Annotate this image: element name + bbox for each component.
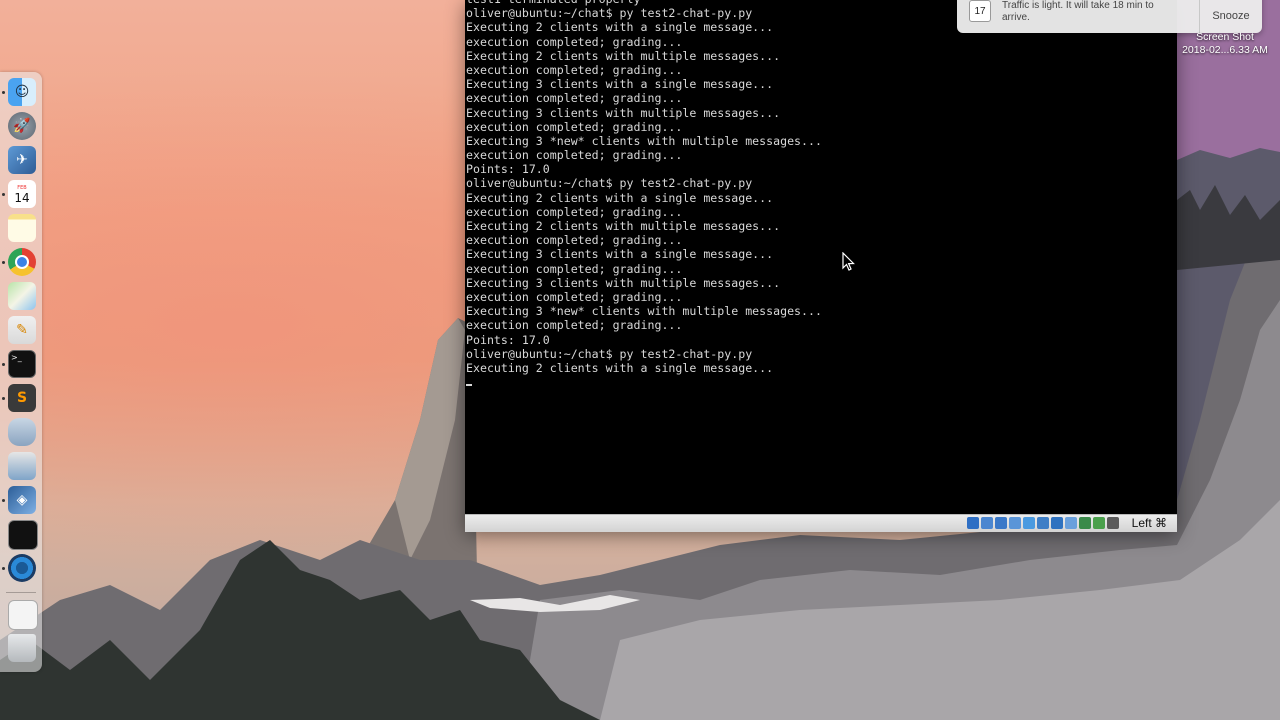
- terminal-line: Executing 2 clients with multiple messag…: [466, 48, 781, 63]
- calendar-icon[interactable]: FEB 14: [8, 180, 36, 208]
- hard-disk-icon[interactable]: [967, 517, 979, 529]
- running-indicator: [2, 363, 5, 366]
- preview-icon[interactable]: ✈: [8, 146, 36, 174]
- image-capture-icon[interactable]: [8, 452, 36, 480]
- shared-folder-icon[interactable]: [1037, 517, 1049, 529]
- mouse-integration-icon[interactable]: [1107, 517, 1119, 529]
- vm-status-bar: Left ⌘: [465, 514, 1177, 532]
- snooze-button[interactable]: Snooze: [1200, 6, 1262, 26]
- maps-icon[interactable]: [8, 282, 36, 310]
- terminal-line: execution completed; grading...: [466, 34, 683, 49]
- finder-icon[interactable]: ☺: [8, 78, 36, 106]
- virtual-machine-window[interactable]: test1 terminated properlyoliver@ubuntu:~…: [465, 0, 1178, 532]
- video-capture-icon[interactable]: [1065, 517, 1077, 529]
- calendar-notification[interactable]: 17 Traffic is light. It will take 18 min…: [957, 0, 1262, 33]
- notification-calendar-day: 17: [974, 6, 986, 17]
- audio-icon[interactable]: [995, 517, 1007, 529]
- textedit-icon[interactable]: ✎: [8, 316, 36, 344]
- running-indicator: [2, 397, 5, 400]
- terminal-line: Executing 3 clients with multiple messag…: [466, 275, 781, 290]
- dock-separator: [6, 592, 36, 593]
- terminal-line: execution completed; grading...: [466, 148, 683, 163]
- running-indicator: [2, 261, 5, 264]
- trash-icon[interactable]: [8, 634, 36, 662]
- calendar-icon: 17: [969, 0, 991, 22]
- running-indicator: [2, 567, 5, 570]
- terminal-line: Executing 2 clients with a single messag…: [466, 360, 774, 375]
- terminal-line: execution completed; grading...: [466, 318, 683, 333]
- terminal-line: Executing 3 *new* clients with multiple …: [466, 133, 822, 148]
- sublime-text-icon[interactable]: S: [8, 384, 36, 412]
- document-icon[interactable]: [8, 600, 38, 630]
- terminal-line: execution completed; grading...: [466, 289, 683, 304]
- terminal-cursor-line: [466, 375, 1178, 389]
- display-icon[interactable]: [1051, 517, 1063, 529]
- terminal-line: Executing 3 clients with multiple messag…: [466, 105, 781, 120]
- virtualbox-icon[interactable]: ◈: [8, 486, 36, 514]
- terminal-line: execution completed; grading...: [466, 261, 683, 276]
- terminal-line: execution completed; grading...: [466, 233, 683, 248]
- usb-icon[interactable]: [1023, 517, 1035, 529]
- terminal-cursor: [466, 384, 472, 387]
- vm-status-icons: [967, 517, 1119, 530]
- notification-message: Traffic is light. It will take 18 min to…: [1002, 0, 1154, 23]
- desktop-file-label[interactable]: Screen Shot 2018-02...6.33 AM: [1170, 31, 1280, 56]
- terminal-line: Executing 2 clients with multiple messag…: [466, 219, 781, 233]
- terminal-line: Executing 3 clients with a single messag…: [466, 247, 774, 262]
- terminal-line: Points: 17.0: [466, 332, 550, 347]
- terminal-line: Executing 3 clients with a single messag…: [466, 77, 774, 92]
- terminal-line: oliver@ubuntu:~/chat$ py test2-chat-py.p…: [466, 176, 753, 191]
- terminal-output[interactable]: test1 terminated properlyoliver@ubuntu:~…: [465, 0, 1178, 512]
- terminal-line: execution completed; grading...: [466, 119, 683, 134]
- quicktime-icon[interactable]: [8, 554, 36, 582]
- running-indicator: [2, 91, 5, 94]
- mouse-pointer-icon: [842, 252, 855, 271]
- desktop-file-name: Screen Shot: [1196, 31, 1254, 43]
- running-indicator: [2, 193, 5, 196]
- virtualization-icon[interactable]: [1093, 517, 1105, 529]
- host-key-label[interactable]: Left ⌘: [1132, 516, 1167, 530]
- terminal-line: execution completed; grading...: [466, 62, 683, 77]
- dock: ☺ 🚀 ✈ FEB 14 ✎ >_ S ◈: [0, 72, 42, 672]
- database-icon[interactable]: [8, 418, 36, 446]
- launchpad-icon[interactable]: 🚀: [8, 112, 36, 140]
- terminal-line: Executing 2 clients with a single messag…: [466, 190, 774, 205]
- optical-drive-icon[interactable]: [981, 517, 993, 529]
- terminal-line: execution completed; grading...: [466, 204, 683, 219]
- desktop-file-date: 2018-02...6.33 AM: [1182, 43, 1268, 56]
- terminal-line: oliver@ubuntu:~/chat$ py test2-chat-py.p…: [466, 346, 753, 361]
- vm-window-icon[interactable]: [8, 520, 38, 550]
- terminal-line: Executing 3 *new* clients with multiple …: [466, 304, 822, 319]
- calendar-day: 14: [14, 190, 30, 205]
- network-icon[interactable]: [1009, 517, 1021, 529]
- terminal-line: Points: 17.0: [466, 162, 550, 177]
- running-indicator: [2, 499, 5, 502]
- notes-icon[interactable]: [8, 214, 36, 242]
- terminal-icon[interactable]: >_: [8, 350, 36, 378]
- terminal-line: execution completed; grading...: [466, 91, 683, 106]
- chrome-icon[interactable]: [8, 248, 36, 276]
- recording-icon[interactable]: [1079, 517, 1091, 529]
